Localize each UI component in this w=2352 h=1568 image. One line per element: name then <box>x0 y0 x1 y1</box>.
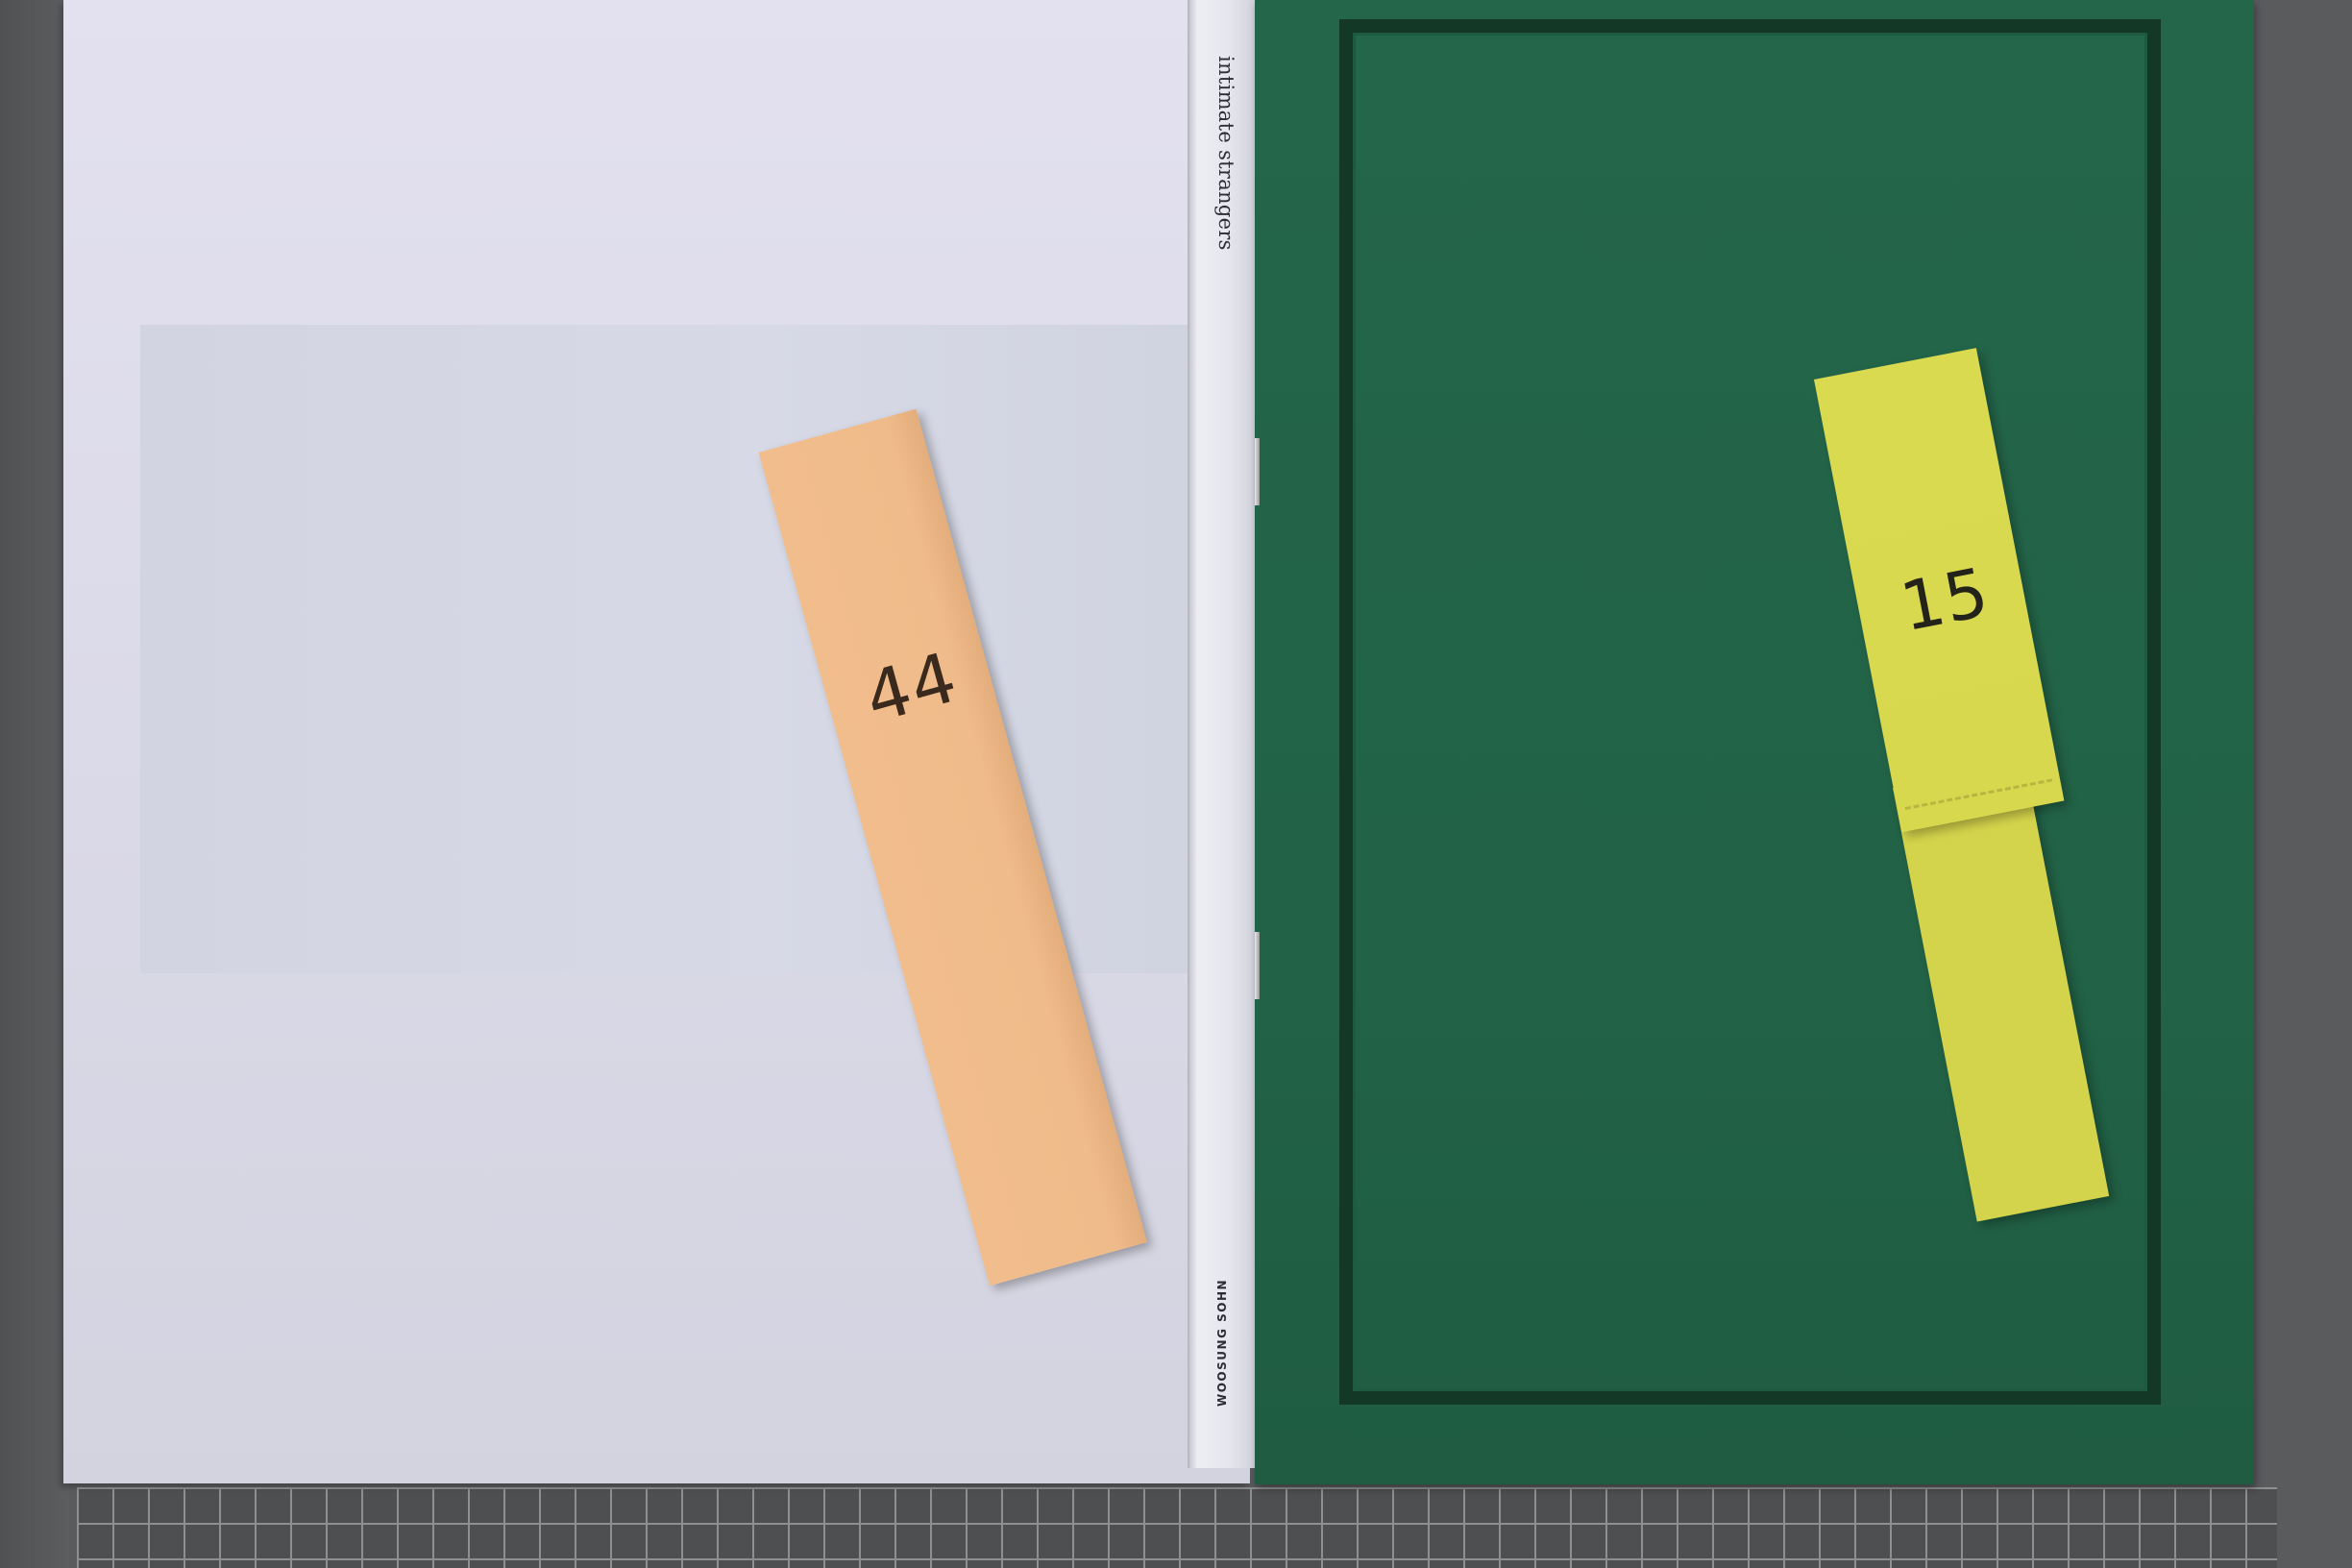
cutting-mat-edge <box>0 0 69 1568</box>
photo-scene: intimate strangers WOOSUNG SOHN 44 15 <box>0 0 2352 1568</box>
green-booklet-cover <box>1255 0 2254 1484</box>
orange-bookmark-number: 44 <box>856 636 968 739</box>
yellow-bookmark-number: 15 <box>1894 552 1996 648</box>
perforation-line <box>1904 778 2053 811</box>
staple-bottom <box>1255 932 1260 999</box>
spine-title: intimate strangers <box>1214 56 1237 251</box>
cutting-mat-grid <box>77 1487 2277 1568</box>
spine-author: WOOSUNG SOHN <box>1215 1278 1229 1407</box>
staple-top <box>1255 438 1260 505</box>
